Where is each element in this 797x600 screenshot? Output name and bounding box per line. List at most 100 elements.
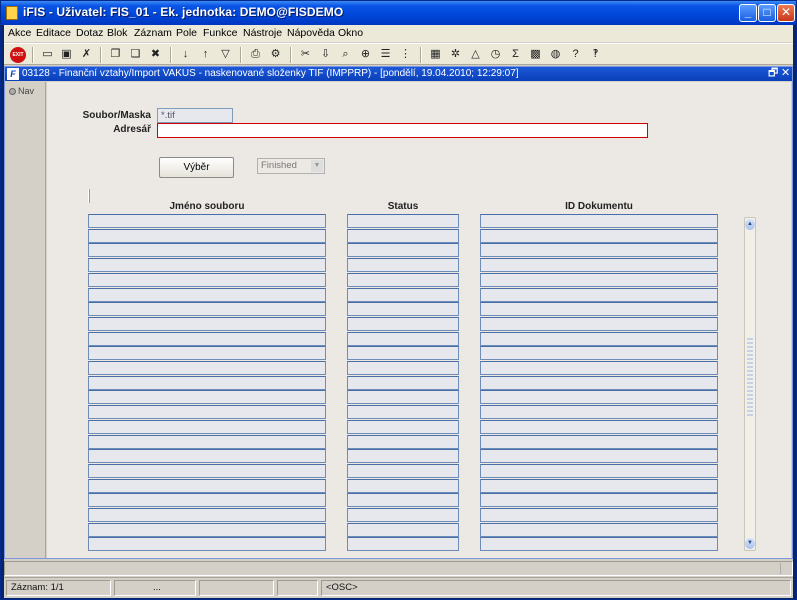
status-cell[interactable] <box>347 287 459 302</box>
menu-zaznam[interactable]: Záznam <box>134 27 172 39</box>
nav-button[interactable]: Nav <box>9 86 34 96</box>
save-icon[interactable]: ▭ <box>40 47 55 62</box>
document-id-cell[interactable] <box>480 449 718 464</box>
status-cell[interactable] <box>347 375 459 390</box>
document-id-cell[interactable] <box>480 361 718 375</box>
clock-icon[interactable]: ◷ <box>488 47 503 62</box>
document-id-cell[interactable] <box>480 375 718 390</box>
menu-pole[interactable]: Pole <box>176 27 197 39</box>
status-select[interactable]: Finished ▼ <box>257 158 325 174</box>
select-button[interactable]: Výběr <box>159 157 234 178</box>
scroll-up-icon[interactable]: ▲ <box>745 219 755 230</box>
find-icon[interactable]: ⌕ <box>338 47 353 62</box>
filename-cell[interactable] <box>88 272 326 287</box>
scroll-down-icon[interactable]: ▼ <box>745 538 755 549</box>
status-cell[interactable] <box>347 478 459 493</box>
form-restore-button[interactable]: 🗗 <box>768 67 778 80</box>
status-cell[interactable] <box>347 346 459 361</box>
print-setup-icon[interactable]: ⚙ <box>268 47 283 62</box>
minimize-button[interactable]: _ <box>739 4 757 22</box>
filename-cell[interactable] <box>88 243 326 258</box>
copy-icon[interactable]: ❐ <box>108 47 123 62</box>
status-cell[interactable] <box>347 316 459 331</box>
document-id-cell[interactable] <box>480 419 718 434</box>
document-id-cell[interactable] <box>480 463 718 478</box>
status-cell[interactable] <box>347 331 459 346</box>
document-id-cell[interactable] <box>480 537 718 552</box>
calculator-icon[interactable]: ▦ <box>428 47 443 62</box>
list-icon[interactable]: ☰ <box>378 47 393 62</box>
document-id-cell[interactable] <box>480 331 718 346</box>
status-cell[interactable] <box>347 508 459 522</box>
filename-cell[interactable] <box>88 537 326 552</box>
settings-icon[interactable]: ✲ <box>448 47 463 62</box>
filter-icon[interactable]: ▽ <box>218 47 233 62</box>
print-icon[interactable]: ⎙ <box>248 47 263 62</box>
filename-cell[interactable] <box>88 405 326 420</box>
status-cell[interactable] <box>347 522 459 537</box>
document-id-cell[interactable] <box>480 405 718 420</box>
document-id-cell[interactable] <box>480 434 718 449</box>
document-id-cell[interactable] <box>480 228 718 243</box>
menu-blok[interactable]: Blok <box>107 27 127 39</box>
document-id-cell[interactable] <box>480 272 718 287</box>
filename-cell[interactable] <box>88 493 326 508</box>
status-cell[interactable] <box>347 302 459 317</box>
filename-cell[interactable] <box>88 390 326 405</box>
delete-icon[interactable]: ✖ <box>148 47 163 62</box>
status-cell[interactable] <box>347 228 459 243</box>
filename-cell[interactable] <box>88 419 326 434</box>
context-help-icon[interactable]: ‽ <box>588 47 603 62</box>
sort-desc-icon[interactable]: ↑ <box>198 47 213 62</box>
menu-funkce[interactable]: Funkce <box>203 27 237 39</box>
cut-icon[interactable]: ✂ <box>298 47 313 62</box>
menu-editace[interactable]: Editace <box>36 27 71 39</box>
status-cell[interactable] <box>347 537 459 552</box>
paste-alt-icon[interactable]: ⇩ <box>318 47 333 62</box>
document-id-cell[interactable] <box>480 243 718 258</box>
document-id-cell[interactable] <box>480 508 718 522</box>
menu-dotaz[interactable]: Dotaz <box>76 27 103 39</box>
exit-icon[interactable]: EXIT <box>10 47 26 63</box>
vertical-scrollbar[interactable]: ▲ ▼ <box>744 217 756 551</box>
document-id-cell[interactable] <box>480 287 718 302</box>
warning-icon[interactable]: △ <box>468 47 483 62</box>
maximize-button[interactable]: □ <box>758 4 776 22</box>
status-cell[interactable] <box>347 390 459 405</box>
menu-napoveda[interactable]: Nápověda <box>287 27 335 39</box>
filename-cell[interactable] <box>88 375 326 390</box>
document-id-cell[interactable] <box>480 302 718 317</box>
menu-nastroje[interactable]: Nástroje <box>243 27 282 39</box>
status-cell[interactable] <box>347 493 459 508</box>
filename-cell[interactable] <box>88 449 326 464</box>
document-id-cell[interactable] <box>480 390 718 405</box>
filename-cell[interactable] <box>88 258 326 273</box>
filename-cell[interactable] <box>88 522 326 537</box>
status-cell[interactable] <box>347 243 459 258</box>
filename-cell[interactable] <box>88 287 326 302</box>
menu-okno[interactable]: Okno <box>338 27 363 39</box>
menu-akce[interactable]: Akce <box>8 27 31 39</box>
filename-cell[interactable] <box>88 331 326 346</box>
document-id-cell[interactable] <box>480 316 718 331</box>
document-id-cell[interactable] <box>480 346 718 361</box>
status-cell[interactable] <box>347 405 459 420</box>
clear-record-icon[interactable]: ✗ <box>79 47 94 62</box>
filename-cell[interactable] <box>88 316 326 331</box>
paste-icon[interactable]: ❏ <box>128 47 143 62</box>
filename-cell[interactable] <box>88 508 326 522</box>
document-id-cell[interactable] <box>480 214 718 228</box>
filename-cell[interactable] <box>88 346 326 361</box>
lock-icon[interactable]: ▣ <box>59 47 74 62</box>
scroll-grip[interactable] <box>747 338 753 418</box>
filename-cell[interactable] <box>88 361 326 375</box>
filename-cell[interactable] <box>88 463 326 478</box>
status-cell[interactable] <box>347 463 459 478</box>
close-button[interactable]: ✕ <box>777 4 795 22</box>
find-next-icon[interactable]: ⊕ <box>358 47 373 62</box>
form-close-button[interactable]: ✕ <box>781 67 790 80</box>
status-cell[interactable] <box>347 419 459 434</box>
filename-cell[interactable] <box>88 228 326 243</box>
filename-cell[interactable] <box>88 478 326 493</box>
status-cell[interactable] <box>347 272 459 287</box>
